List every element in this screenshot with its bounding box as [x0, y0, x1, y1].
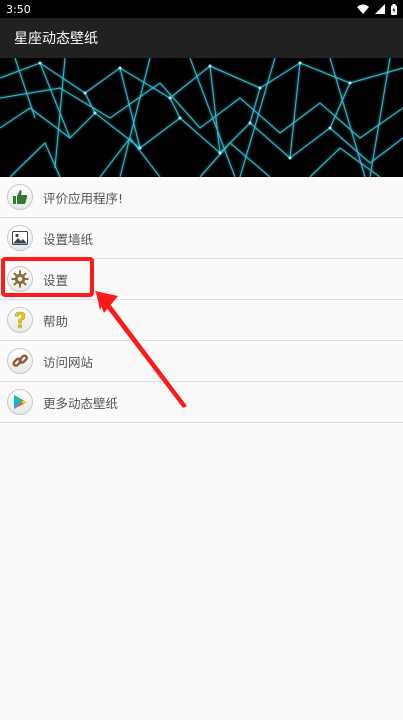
status-time: 3:50 [6, 2, 31, 16]
question-icon [7, 307, 33, 333]
wifi-icon [357, 4, 369, 14]
link-icon [7, 348, 33, 374]
menu-item-rate-app[interactable]: 评价应用程序! [0, 177, 403, 218]
thumbs-up-icon [7, 184, 33, 210]
menu-item-visit-website[interactable]: 访问网站 [0, 341, 403, 382]
image-icon [7, 225, 33, 251]
status-icons [357, 3, 397, 15]
settings-highlight-box [1, 257, 94, 297]
network-lines-image [0, 58, 403, 177]
hero-wallpaper-preview [0, 58, 403, 177]
menu-item-more-wallpapers[interactable]: 更多动态壁纸 [0, 382, 403, 423]
app-title: 星座动态壁纸 [14, 31, 98, 47]
battery-icon [391, 3, 397, 15]
menu-list: 评价应用程序! 设置墙纸 设置 帮助 访问网站 更多动态壁纸 [0, 177, 403, 423]
play-store-icon [7, 389, 33, 415]
menu-item-set-wallpaper[interactable]: 设置墙纸 [0, 218, 403, 259]
menu-item-label: 访问网站 [43, 354, 94, 370]
app-bar: 星座动态壁纸 [0, 18, 403, 58]
menu-item-label: 更多动态壁纸 [43, 395, 119, 411]
menu-item-label: 帮助 [43, 313, 69, 329]
menu-item-help[interactable]: 帮助 [0, 300, 403, 341]
signal-icon [375, 4, 385, 14]
status-bar: 3:50 [0, 0, 403, 18]
menu-item-label: 评价应用程序! [43, 190, 124, 206]
menu-item-label: 设置墙纸 [43, 231, 94, 247]
